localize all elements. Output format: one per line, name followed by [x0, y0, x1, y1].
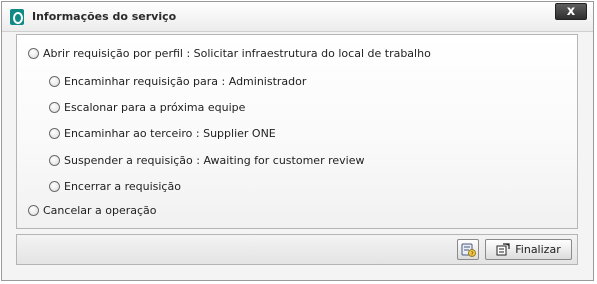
finish-button[interactable]: Finalizar: [485, 239, 572, 260]
option-close-request-label: Encerrar a requisição: [64, 180, 181, 193]
dialog-title: Informações do serviço: [32, 10, 177, 23]
option-forward-request-label: Encaminhar requisição para : Administrad…: [64, 75, 307, 88]
finish-button-label: Finalizar: [515, 243, 561, 256]
radio-escalate[interactable]: [49, 102, 60, 113]
option-cancel-operation[interactable]: Cancelar a operação: [28, 204, 157, 217]
option-close-request[interactable]: Encerrar a requisição: [49, 180, 181, 193]
option-escalate[interactable]: Escalonar para a próxima equipe: [49, 101, 245, 114]
help-icon: ?: [461, 243, 476, 257]
radio-close-request[interactable]: [49, 181, 60, 192]
options-panel: Abrir requisição por perfil : Solicitar …: [16, 34, 578, 229]
option-forward-third-party[interactable]: Encaminhar ao terceiro : Supplier ONE: [49, 127, 276, 140]
app-logo-icon: [10, 9, 24, 25]
option-open-request[interactable]: Abrir requisição por perfil : Solicitar …: [28, 47, 431, 60]
radio-suspend-request[interactable]: [49, 155, 60, 166]
option-forward-request[interactable]: Encaminhar requisição para : Administrad…: [49, 75, 306, 88]
close-button[interactable]: x: [555, 3, 587, 20]
option-suspend-request-label: Suspender a requisição : Awaiting for cu…: [64, 154, 365, 167]
title-bar: Informações do serviço x: [2, 2, 593, 32]
option-suspend-request[interactable]: Suspender a requisição : Awaiting for cu…: [49, 154, 364, 167]
option-cancel-operation-label: Cancelar a operação: [43, 204, 157, 217]
option-escalate-label: Escalonar para a próxima equipe: [64, 101, 246, 114]
option-open-request-label: Abrir requisição por perfil : Solicitar …: [43, 47, 431, 60]
radio-open-request[interactable]: [28, 48, 39, 59]
radio-cancel-operation[interactable]: [28, 205, 39, 216]
help-button[interactable]: ?: [457, 239, 479, 260]
radio-forward-request[interactable]: [49, 76, 60, 87]
option-forward-third-party-label: Encaminhar ao terceiro : Supplier ONE: [64, 127, 276, 140]
finish-icon: [496, 243, 510, 256]
radio-forward-third-party[interactable]: [49, 128, 60, 139]
svg-text:?: ?: [471, 251, 474, 257]
